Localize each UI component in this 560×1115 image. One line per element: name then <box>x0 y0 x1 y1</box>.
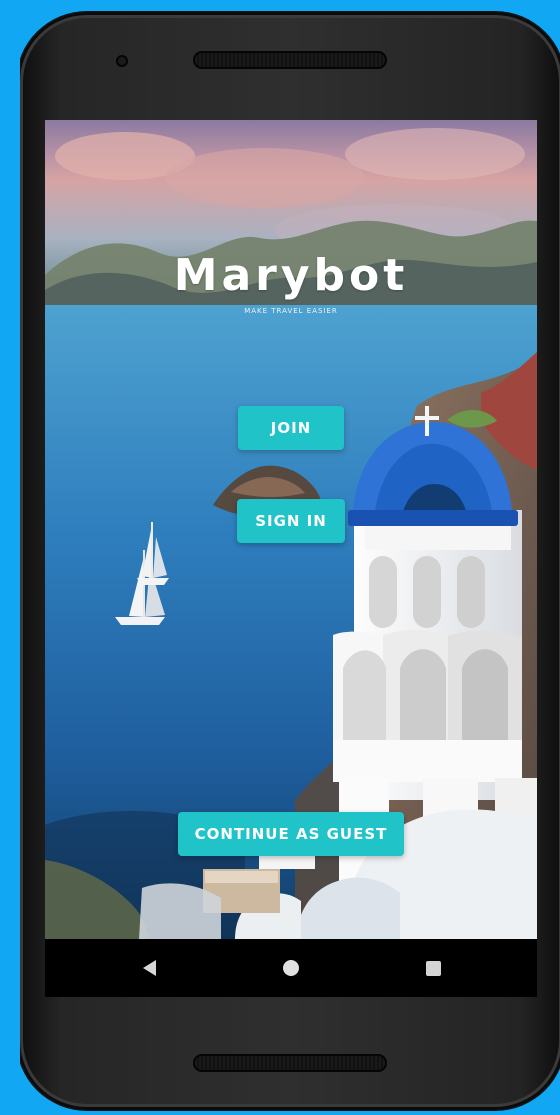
back-button[interactable] <box>119 939 179 997</box>
brand-block: Marybot MAKE TRAVEL EASIER <box>45 250 537 316</box>
device-frame: Marybot MAKE TRAVEL EASIER JOIN SIGN IN … <box>0 0 560 1115</box>
home-button[interactable] <box>261 939 321 997</box>
continue-as-guest-button[interactable]: CONTINUE AS GUEST <box>178 812 404 856</box>
bottom-speaker <box>193 1054 387 1072</box>
left-background-strip <box>0 0 20 1115</box>
front-camera-icon <box>116 55 128 67</box>
recents-button[interactable] <box>403 939 463 997</box>
app-screen: Marybot MAKE TRAVEL EASIER JOIN SIGN IN … <box>45 120 537 997</box>
hero-background: Marybot MAKE TRAVEL EASIER JOIN SIGN IN … <box>45 120 537 939</box>
recents-icon <box>425 960 441 976</box>
app-title: Marybot <box>173 250 409 301</box>
top-speaker <box>193 51 387 69</box>
app-tagline: MAKE TRAVEL EASIER <box>244 307 338 315</box>
android-navigation-bar <box>45 939 537 997</box>
home-icon <box>283 960 299 976</box>
back-icon <box>142 960 156 976</box>
sign-in-button[interactable]: SIGN IN <box>237 499 345 543</box>
join-button[interactable]: JOIN <box>238 406 344 450</box>
